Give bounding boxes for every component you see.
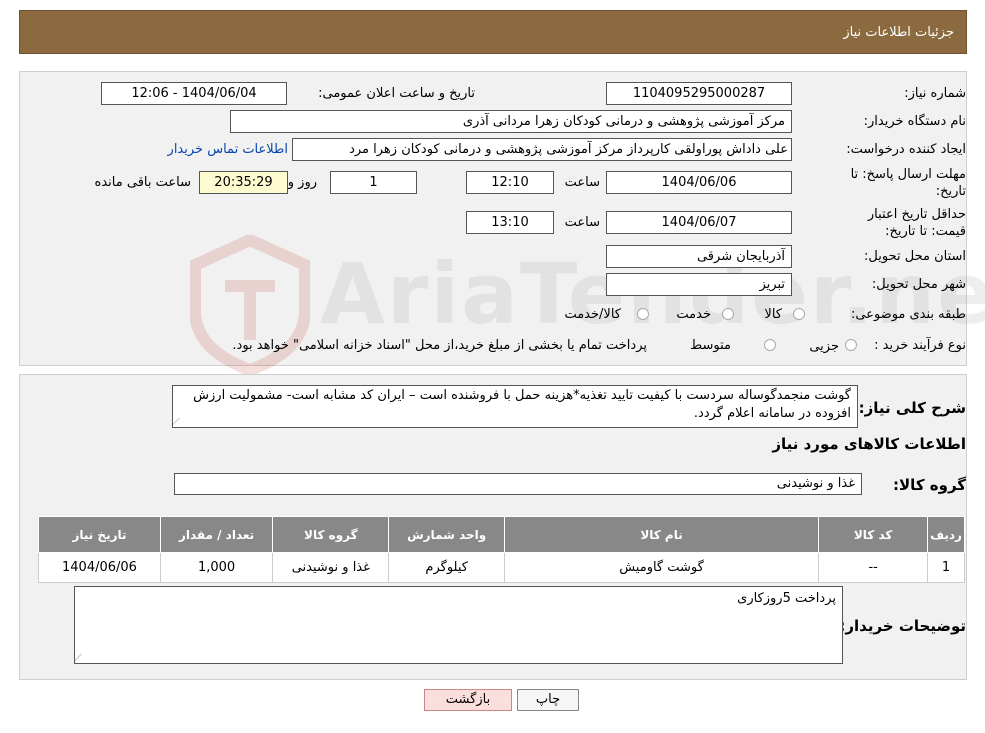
buyer-notes-field[interactable]: پرداخت 5روزکاری [74, 586, 843, 664]
buyer-contact-link[interactable]: اطلاعات تماس خریدار [168, 142, 288, 157]
days-field: 1 [330, 171, 417, 194]
page-title: جزئیات اطلاعات نیاز [843, 25, 954, 40]
description-label: شرح کلی نیاز: [858, 399, 966, 417]
back-button[interactable]: بازگشت [424, 689, 512, 711]
cell-name: گوشت گاومیش [503, 552, 820, 583]
validity-label: حداقل تاریخ اعتبار قیمت: تا تاریخ: [867, 207, 966, 239]
process-minor-label: جزیی [809, 339, 839, 354]
city-field: تبریز [606, 273, 792, 296]
description-text: گوشت منجمدگوساله سردست با کیفیت تایید تغ… [193, 388, 851, 421]
cell-unit: کیلوگرم [388, 552, 505, 583]
category-goods-label: کالا [764, 307, 782, 322]
reply-date-field: 1404/06/06 [606, 171, 792, 194]
cell-need-date: 1404/06/06 [38, 552, 161, 583]
need-number-label: شماره نیاز: [904, 86, 966, 101]
goods-group-label: گروه کالا: [893, 476, 966, 494]
creator-field: علی داداش پوراولقی کارپرداز مرکز آموزشی … [292, 138, 792, 161]
buyer-notes-label: توضیحات خریدار: [839, 617, 966, 635]
announce-field: 1404/06/04 - 12:06 [101, 82, 287, 105]
remaining-time-field: 20:35:29 [199, 171, 288, 194]
goods-table: ردیف کد کالا نام کالا واحد شمارش گروه کا… [38, 516, 965, 583]
category-service-label: خدمت [676, 307, 711, 322]
cell-row: 1 [927, 552, 965, 583]
buyer-label: نام دستگاه خریدار: [863, 114, 966, 129]
validity-time-field: 13:10 [466, 211, 554, 234]
remaining-label: ساعت باقی مانده [94, 175, 191, 190]
goods-table-header-row: ردیف کد کالا نام کالا واحد شمارش گروه کا… [38, 516, 965, 553]
process-medium-radio[interactable] [764, 339, 776, 351]
city-label: شهر محل تحویل: [871, 277, 966, 292]
reply-time-field: 12:10 [466, 171, 554, 194]
col-need-date: تاریخ نیاز [38, 516, 161, 553]
process-medium-label: متوسط [690, 338, 731, 353]
province-field: آذربایجان شرقی [606, 245, 792, 268]
validity-date-field: 1404/06/07 [606, 211, 792, 234]
process-label: نوع فرآیند خرید : [874, 338, 966, 353]
resize-handle-icon[interactable] [173, 418, 188, 426]
col-group: گروه کالا [272, 516, 390, 553]
col-row: ردیف [927, 516, 965, 553]
page-header: جزئیات اطلاعات نیاز [19, 10, 967, 54]
buyer-field: مرکز آموزشی پژوهشی و درمانی کودکان زهرا … [230, 110, 792, 133]
category-goods-service-radio[interactable] [637, 308, 649, 320]
table-row: 1 -- گوشت گاومیش کیلوگرم غذا و نوشیدنی 1… [38, 552, 965, 583]
description-field[interactable]: گوشت منجمدگوساله سردست با کیفیت تایید تغ… [172, 385, 858, 428]
print-button[interactable]: چاپ [517, 689, 579, 711]
process-minor-radio[interactable] [845, 339, 857, 351]
resize-handle-icon[interactable] [75, 654, 90, 662]
cell-group: غذا و نوشیدنی [272, 552, 390, 583]
category-service-radio[interactable] [722, 308, 734, 320]
validity-time-label: ساعت [564, 215, 600, 230]
buyer-notes-text: پرداخت 5روزکاری [737, 591, 836, 606]
col-code: کد کالا [818, 516, 929, 553]
category-label: طبقه بندی موضوعی: [850, 307, 966, 322]
col-quantity: تعداد / مقدار [159, 516, 274, 553]
reply-time-label: ساعت [564, 175, 600, 190]
col-name: نام کالا [503, 516, 820, 553]
days-label: روز و [287, 175, 317, 190]
goods-group-field: غذا و نوشیدنی [174, 473, 862, 495]
announce-label: تاریخ و ساعت اعلان عمومی: [318, 86, 475, 101]
cell-code: -- [818, 552, 929, 583]
process-note: پرداخت تمام یا بخشی از مبلغ خرید،از محل … [232, 338, 647, 353]
need-number-field: 1104095295000287 [606, 82, 792, 105]
reply-deadline-label: مهلت ارسال پاسخ: تا تاریخ: [850, 167, 966, 199]
col-unit: واحد شمارش [388, 516, 505, 553]
category-goods-service-label: کالا/خدمت [564, 307, 621, 322]
province-label: استان محل تحویل: [864, 249, 966, 264]
creator-label: ایجاد کننده درخواست: [846, 142, 966, 157]
goods-section-title: اطلاعات کالاهای مورد نیاز [772, 435, 966, 453]
category-goods-radio[interactable] [793, 308, 805, 320]
cell-quantity: 1,000 [159, 552, 274, 583]
